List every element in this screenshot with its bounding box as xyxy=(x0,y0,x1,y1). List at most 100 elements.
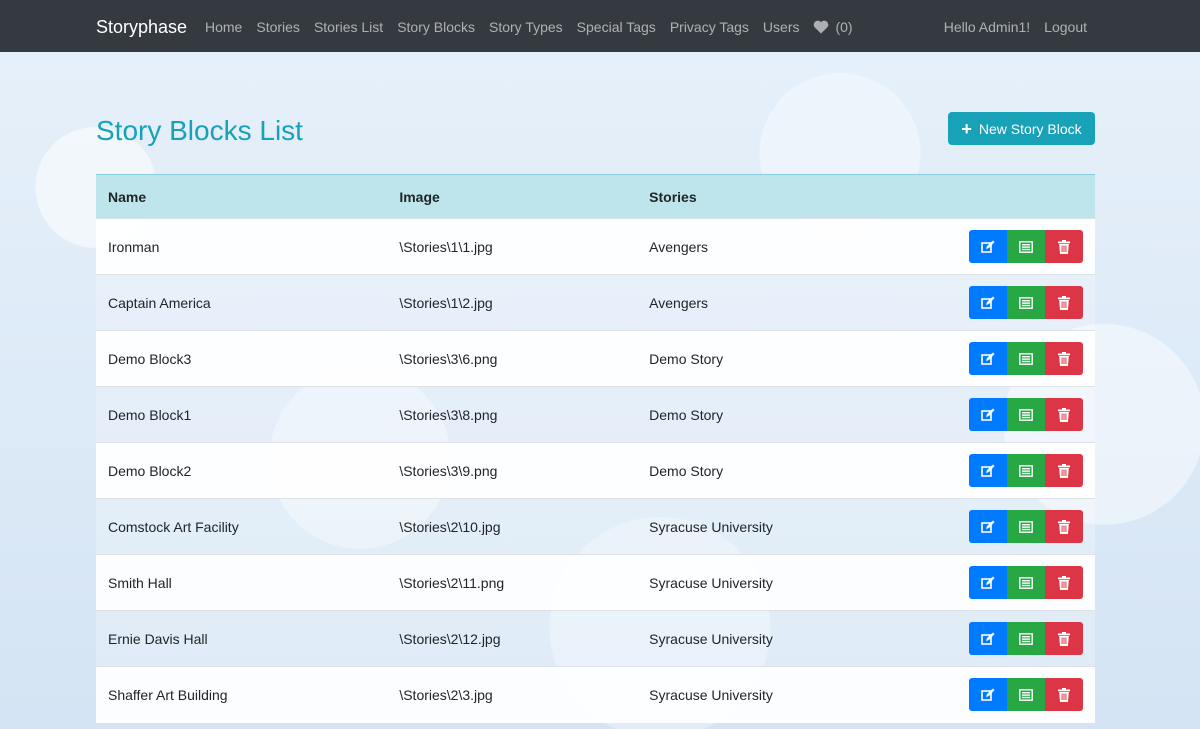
nav-links: Home Stories Stories List Story Blocks S… xyxy=(205,17,867,37)
delete-button[interactable] xyxy=(1045,678,1083,712)
cell-name: Smith Hall xyxy=(108,574,172,591)
nav-link-stories-list[interactable]: Stories List xyxy=(314,17,383,37)
details-button[interactable] xyxy=(1007,622,1045,655)
list-icon xyxy=(1019,464,1033,477)
table-row: Demo Block3 \Stories\3\6.png Demo Story xyxy=(96,330,1095,387)
header-stories: Stories xyxy=(637,174,957,219)
delete-button[interactable] xyxy=(1045,398,1083,431)
logout-link[interactable]: Logout xyxy=(1044,17,1087,37)
user-greeting: Hello Admin1! xyxy=(943,19,1031,35)
new-story-block-button[interactable]: + New Story Block xyxy=(948,112,1095,145)
cell-actions xyxy=(957,443,1095,499)
story-blocks-table: Name Image Stories Ironman \Stories\1\1.… xyxy=(96,174,1095,723)
details-button[interactable] xyxy=(1007,454,1045,487)
edit-button[interactable] xyxy=(969,622,1007,655)
delete-button[interactable] xyxy=(1045,342,1083,375)
cell-stories: Demo Story xyxy=(649,462,724,479)
cell-name: Comstock Art Facility xyxy=(108,518,239,535)
cell-stories: Syracuse University xyxy=(649,574,773,591)
table-header-row: Name Image Stories xyxy=(96,174,1095,219)
delete-button[interactable] xyxy=(1045,230,1083,263)
edit-button[interactable] xyxy=(969,342,1007,375)
delete-button[interactable] xyxy=(1045,510,1083,543)
details-button[interactable] xyxy=(1007,342,1045,375)
details-button[interactable] xyxy=(1007,510,1045,543)
nav-link-story-blocks[interactable]: Story Blocks xyxy=(397,17,475,37)
trash-icon xyxy=(1058,407,1070,422)
cell-name: Demo Block3 xyxy=(108,350,192,367)
table-row: Demo Block1 \Stories\3\8.png Demo Story xyxy=(96,386,1095,443)
favorites-count[interactable]: (0) xyxy=(835,17,852,37)
heart-icon[interactable] xyxy=(813,20,829,34)
edit-icon xyxy=(981,688,995,701)
delete-button[interactable] xyxy=(1045,622,1083,655)
cell-stories: Demo Story xyxy=(649,406,724,423)
edit-icon xyxy=(981,408,995,421)
cell-actions xyxy=(957,387,1095,443)
list-icon xyxy=(1019,520,1033,533)
cell-name: Ernie Davis Hall xyxy=(108,630,208,647)
row-action-group xyxy=(969,510,1083,543)
page-title: Story Blocks List xyxy=(96,115,303,146)
list-icon xyxy=(1019,576,1033,589)
cell-image: \Stories\2\3.jpg xyxy=(399,686,493,703)
edit-icon xyxy=(981,576,995,589)
edit-icon xyxy=(981,632,995,645)
table-row: Shaffer Art Building \Stories\2\3.jpg Sy… xyxy=(96,666,1095,723)
cell-name: Captain America xyxy=(108,294,211,311)
edit-button[interactable] xyxy=(969,398,1007,431)
cell-name: Shaffer Art Building xyxy=(108,686,228,703)
row-action-group xyxy=(969,622,1083,655)
cell-image: \Stories\2\10.jpg xyxy=(399,518,501,535)
cell-name: Demo Block2 xyxy=(108,462,192,479)
list-icon xyxy=(1019,352,1033,365)
list-icon xyxy=(1019,408,1033,421)
nav-link-privacy-tags[interactable]: Privacy Tags xyxy=(670,17,749,37)
edit-icon xyxy=(981,296,995,309)
details-button[interactable] xyxy=(1007,398,1045,431)
header-actions xyxy=(957,174,1095,219)
trash-icon xyxy=(1058,239,1070,254)
cell-image: \Stories\2\12.jpg xyxy=(399,630,501,647)
cell-stories: Syracuse University xyxy=(649,630,773,647)
edit-button[interactable] xyxy=(969,678,1007,712)
edit-button[interactable] xyxy=(969,566,1007,599)
cell-actions xyxy=(957,667,1095,723)
cell-stories: Avengers xyxy=(649,238,709,255)
edit-button[interactable] xyxy=(969,454,1007,487)
nav-link-home[interactable]: Home xyxy=(205,17,242,37)
delete-button[interactable] xyxy=(1045,454,1083,487)
details-button[interactable] xyxy=(1007,678,1045,712)
nav-link-story-types[interactable]: Story Types xyxy=(489,17,563,37)
trash-icon xyxy=(1058,575,1070,590)
edit-icon xyxy=(981,464,995,477)
trash-icon xyxy=(1058,351,1070,366)
table-row: Ernie Davis Hall \Stories\2\12.jpg Syrac… xyxy=(96,610,1095,667)
details-button[interactable] xyxy=(1007,566,1045,599)
nav-user-area: Hello Admin1! Logout xyxy=(944,17,1087,37)
details-button[interactable] xyxy=(1007,286,1045,319)
cell-image: \Stories\1\2.jpg xyxy=(399,294,493,311)
nav-link-special-tags[interactable]: Special Tags xyxy=(577,17,656,37)
table-row: Smith Hall \Stories\2\11.png Syracuse Un… xyxy=(96,554,1095,611)
edit-button[interactable] xyxy=(969,230,1007,263)
nav-link-stories[interactable]: Stories xyxy=(256,17,300,37)
delete-button[interactable] xyxy=(1045,566,1083,599)
row-action-group xyxy=(969,342,1083,375)
delete-button[interactable] xyxy=(1045,286,1083,319)
header-image: Image xyxy=(387,174,638,219)
details-button[interactable] xyxy=(1007,230,1045,263)
brand-logo[interactable]: Storyphase xyxy=(96,15,187,39)
cell-stories: Syracuse University xyxy=(649,518,773,535)
cell-actions xyxy=(957,611,1095,667)
edit-icon xyxy=(981,240,995,253)
new-story-block-label: New Story Block xyxy=(978,120,1082,137)
cell-stories: Demo Story xyxy=(649,350,724,367)
list-icon xyxy=(1019,296,1033,309)
edit-button[interactable] xyxy=(969,510,1007,543)
cell-actions xyxy=(957,331,1095,387)
edit-icon xyxy=(981,352,995,365)
trash-icon xyxy=(1058,631,1070,646)
nav-link-users[interactable]: Users xyxy=(763,17,800,37)
edit-button[interactable] xyxy=(969,286,1007,319)
